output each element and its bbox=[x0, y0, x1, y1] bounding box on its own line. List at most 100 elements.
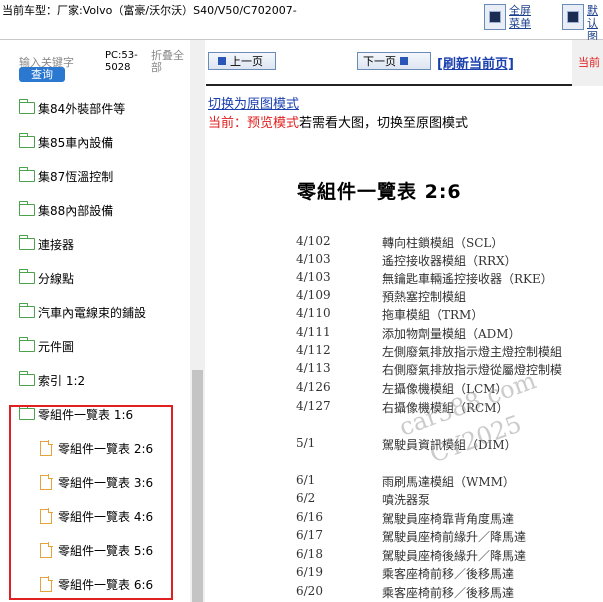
row-code: 6/17 bbox=[296, 528, 323, 542]
tree-item-label: 集84外裝部件等 bbox=[38, 101, 126, 116]
row-desc: 乘客座椅前移／後移馬達 bbox=[382, 567, 515, 581]
fold-all-button[interactable]: 折叠全部 bbox=[151, 50, 187, 74]
row-code: 4/109 bbox=[296, 288, 331, 302]
left-panel: 输入关键字 查询 PC:53-5028 折叠全部 集84外裝部件等 集85車內設… bbox=[0, 40, 205, 602]
nav-toolbar: 上一页 下一页 [刷新当前页] 当前 bbox=[206, 40, 603, 86]
scroll-thumb[interactable] bbox=[192, 370, 203, 602]
tree-item-label: 索引 1:2 bbox=[38, 373, 86, 388]
folder-icon bbox=[18, 167, 35, 182]
fullscreen-menu-button[interactable] bbox=[484, 4, 506, 30]
tree-item[interactable]: 索引 1:2 bbox=[18, 368, 209, 392]
row-code: 4/127 bbox=[296, 399, 331, 413]
table-row: 4/126 左攝像機模組（LCM） bbox=[206, 380, 603, 398]
tree-item-label: 集88內部設備 bbox=[38, 203, 114, 218]
next-page-label: 下一页 bbox=[363, 55, 396, 68]
row-code: 4/102 bbox=[296, 234, 331, 248]
table-row: 4/110 拖車模組（TRM） bbox=[206, 306, 603, 324]
table-row: 4/103 遙控接收器模組（RRX） bbox=[206, 252, 603, 270]
prev-page-button[interactable]: 上一页 bbox=[208, 52, 276, 70]
row-desc: 添加物劑量模組（ADM） bbox=[382, 327, 521, 341]
row-desc: 轉向柱鎖模組（SCL） bbox=[382, 236, 504, 250]
row-code: 6/19 bbox=[296, 565, 323, 579]
table-row: 6/18 駕駛員座椅後緣升／降馬達 bbox=[206, 547, 603, 565]
refresh-link[interactable]: [刷新当前页] bbox=[437, 53, 514, 72]
row-code: 4/113 bbox=[296, 361, 331, 375]
search-area: 输入关键字 查询 PC:53-5028 折叠全部 bbox=[0, 40, 190, 88]
tree-item[interactable]: 集84外裝部件等 bbox=[18, 96, 209, 120]
table-row: 4/113 右側廢氣排放指示燈從屬燈控制模 bbox=[206, 361, 603, 379]
default-view-label[interactable]: 默 认图 bbox=[587, 4, 603, 43]
folder-icon bbox=[18, 303, 35, 318]
row-desc: 駕駛員座椅前緣升／降馬達 bbox=[382, 530, 527, 544]
fullscreen-menu-label[interactable]: 全屏 菜单 bbox=[509, 4, 531, 30]
row-desc: 乘客座椅前移／後移馬達 bbox=[382, 586, 515, 600]
table-row: 6/17 駕駛員座椅前緣升／降馬達 bbox=[206, 528, 603, 546]
tree-item[interactable]: 元件圖 bbox=[18, 334, 209, 358]
arrow-left-icon bbox=[218, 57, 226, 65]
folder-icon bbox=[18, 371, 35, 386]
content-panel: 上一页 下一页 [刷新当前页] 当前 切换为原图模式 当前：预览模式若需看大图，… bbox=[206, 40, 603, 602]
switch-original-mode-link[interactable]: 切换为原图模式 bbox=[208, 93, 299, 112]
folder-icon bbox=[18, 337, 35, 352]
tree-item[interactable]: 汽車內電線束的鋪設 bbox=[18, 300, 209, 324]
current-tag: 当前 bbox=[578, 56, 600, 69]
row-code: 4/103 bbox=[296, 252, 331, 266]
table-row: 4/111 添加物劑量模組（ADM） bbox=[206, 325, 603, 343]
folder-icon bbox=[18, 235, 35, 250]
table-row: 6/20 乘客座椅前移／後移馬達 bbox=[206, 584, 603, 602]
left-scrollbar[interactable] bbox=[190, 40, 205, 602]
table-row: 6/16 駕駛員座椅靠背角度馬達 bbox=[206, 510, 603, 528]
row-desc: 雨刷馬達模組（WMM） bbox=[382, 475, 515, 489]
row-code: 4/112 bbox=[296, 343, 331, 357]
tree-item-label: 連接器 bbox=[38, 237, 75, 252]
row-desc: 拖車模組（TRM） bbox=[382, 308, 484, 322]
row-code: 6/16 bbox=[296, 510, 323, 524]
row-code: 4/111 bbox=[296, 325, 331, 339]
mode-hint: 若需看大图，切换至原图模式 bbox=[299, 116, 469, 131]
arrow-right-icon bbox=[400, 57, 408, 65]
row-code: 6/2 bbox=[296, 491, 316, 505]
row-desc: 無鑰匙車輛遙控接收器（RKE） bbox=[382, 272, 553, 286]
folder-icon bbox=[18, 269, 35, 284]
table-row: 6/2 噴洗器泵 bbox=[206, 491, 603, 509]
row-desc: 右側廢氣排放指示燈從屬燈控制模 bbox=[382, 363, 563, 377]
mode-current: 当前：预览模式 bbox=[208, 116, 300, 131]
row-desc: 駕駛員座椅靠背角度馬達 bbox=[382, 512, 515, 526]
row-code: 4/110 bbox=[296, 306, 331, 320]
tree-item[interactable]: 集87恆溫控制 bbox=[18, 164, 209, 188]
row-code: 6/1 bbox=[296, 473, 316, 487]
row-desc: 駕駛員座椅後緣升／降馬達 bbox=[382, 549, 527, 563]
tree-item[interactable]: 集85車內設備 bbox=[18, 130, 209, 154]
tree-item[interactable]: 分線點 bbox=[18, 266, 209, 290]
row-desc: 噴洗器泵 bbox=[382, 493, 431, 507]
tree-item[interactable]: 連接器 bbox=[18, 232, 209, 256]
tree-item[interactable]: 集88內部設備 bbox=[18, 198, 209, 222]
row-code: 4/126 bbox=[296, 380, 331, 394]
tree-item-label: 集87恆溫控制 bbox=[38, 169, 114, 184]
table-row: 4/103 無鑰匙車輛遙控接收器（RKE） bbox=[206, 270, 603, 288]
mode-line: 当前：预览模式若需看大图，切换至原图模式 bbox=[208, 112, 468, 131]
default-view-button[interactable] bbox=[562, 4, 584, 30]
document-title: 零組件一覽表 2:6 bbox=[297, 181, 462, 203]
fullscreen-icon bbox=[489, 11, 501, 23]
top-bar: 当前车型：厂家:Volvo（富豪/沃尔沃）S40/V50/C702007- 全屏… bbox=[0, 0, 603, 43]
row-code: 4/103 bbox=[296, 270, 331, 284]
pc-label: PC:53-5028 bbox=[105, 50, 138, 73]
prev-page-label: 上一页 bbox=[230, 55, 263, 68]
table-row: 4/109 預熱塞控制模組 bbox=[206, 288, 603, 306]
table-row: 4/102 轉向柱鎖模組（SCL） bbox=[206, 234, 603, 252]
row-code: 5/1 bbox=[296, 436, 316, 450]
table-row: 6/1 雨刷馬達模組（WMM） bbox=[206, 473, 603, 491]
row-desc: 預熱塞控制模組 bbox=[382, 290, 467, 304]
row-code: 6/18 bbox=[296, 547, 323, 561]
tree-item-label: 集85車內設備 bbox=[38, 135, 114, 150]
folder-icon bbox=[18, 201, 35, 216]
row-desc: 左側廢氣排放指示燈主燈控制模組 bbox=[382, 345, 563, 359]
search-button[interactable]: 查询 bbox=[19, 67, 65, 82]
next-page-button[interactable]: 下一页 bbox=[357, 52, 431, 70]
tree-item-label: 元件圖 bbox=[38, 339, 75, 354]
fullscreen-label-text: 全屏 菜单 bbox=[509, 4, 531, 30]
vehicle-title: 当前车型：厂家:Volvo（富豪/沃尔沃）S40/V50/C702007- bbox=[2, 4, 297, 17]
table-row: 6/19 乘客座椅前移／後移馬達 bbox=[206, 565, 603, 583]
highlight-box bbox=[9, 405, 173, 600]
